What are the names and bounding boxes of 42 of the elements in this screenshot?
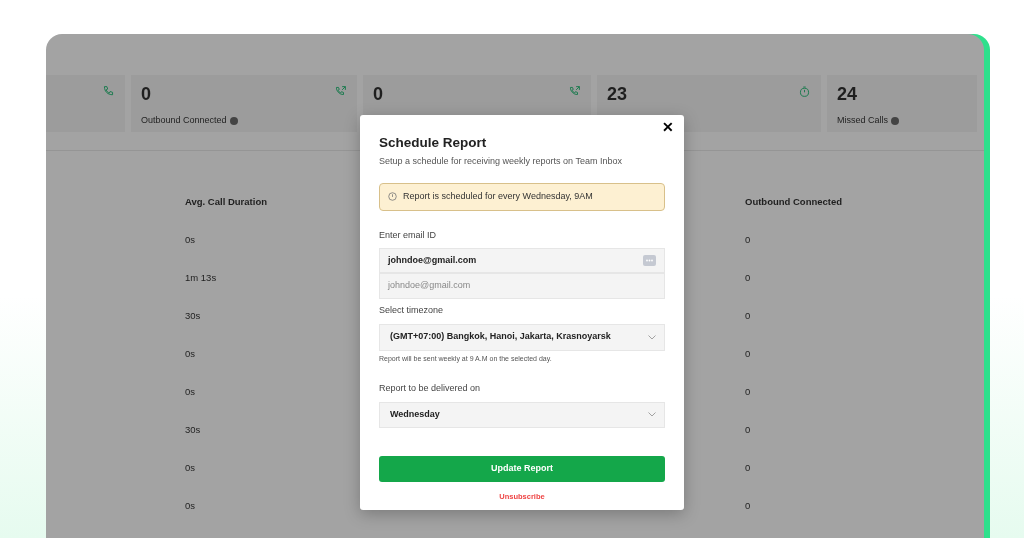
table-cell: 1m 13s xyxy=(185,272,217,283)
table-cell: 0 xyxy=(745,386,751,397)
table-cell: 0s xyxy=(185,500,196,511)
stat-value: 0 xyxy=(141,85,152,105)
table-cell: 0s xyxy=(185,348,196,359)
stat-label: Missed Calls xyxy=(837,113,888,127)
stat-value: 24 xyxy=(837,85,859,105)
dialog-subtitle: Setup a schedule for receiving weekly reports on Team Inbox xyxy=(379,155,623,169)
chevron-down-icon xyxy=(648,334,656,340)
phone-arrow-icon xyxy=(568,85,581,98)
email-field[interactable]: johndoe@gmail.com xyxy=(379,248,665,274)
table-cell: 0 xyxy=(745,272,751,283)
close-button[interactable]: ✕ xyxy=(660,120,676,134)
field-label: Report to be delivered on xyxy=(379,382,482,396)
table-cell: 0 xyxy=(745,424,751,435)
alert-text: Report is scheduled for every Wednesday, 9AM xyxy=(403,189,593,203)
autofill-icon[interactable] xyxy=(643,255,656,267)
timezone-select[interactable]: (GMT+07:00) Bangkok, Hanoi, Jakarta, Krasnoyarsk xyxy=(379,323,665,351)
clock-icon xyxy=(388,192,397,202)
phone-icon xyxy=(102,85,115,98)
table-cell: 0s xyxy=(185,386,196,397)
chevron-down-icon xyxy=(648,412,656,418)
field-label: Select timezone xyxy=(379,304,445,318)
table-cell: 0 xyxy=(745,310,751,321)
phone-arrow-icon xyxy=(334,85,347,98)
dialog-title: Schedule Report xyxy=(379,135,488,152)
table-cell: 0s xyxy=(185,234,196,245)
table-cell: 30s xyxy=(185,310,201,321)
column-header: Outbound Connected xyxy=(745,196,843,207)
stat-label: Outbound Connected xyxy=(141,113,227,127)
table-cell: 0 xyxy=(745,348,751,359)
table-cell: 0 xyxy=(745,500,751,511)
column-header: Avg. Call Duration xyxy=(185,196,267,207)
stat-value: 0 xyxy=(373,85,383,105)
day-select[interactable]: Wednesday xyxy=(379,401,665,428)
table-cell: 0 xyxy=(745,462,751,473)
table-cell: 0 xyxy=(745,234,751,245)
table-cell: 30s xyxy=(185,424,201,435)
table-cell: 0s xyxy=(185,462,196,473)
stat-value: 23 xyxy=(607,85,628,105)
field-label: Enter email ID xyxy=(379,228,438,242)
timer-icon xyxy=(798,85,811,98)
